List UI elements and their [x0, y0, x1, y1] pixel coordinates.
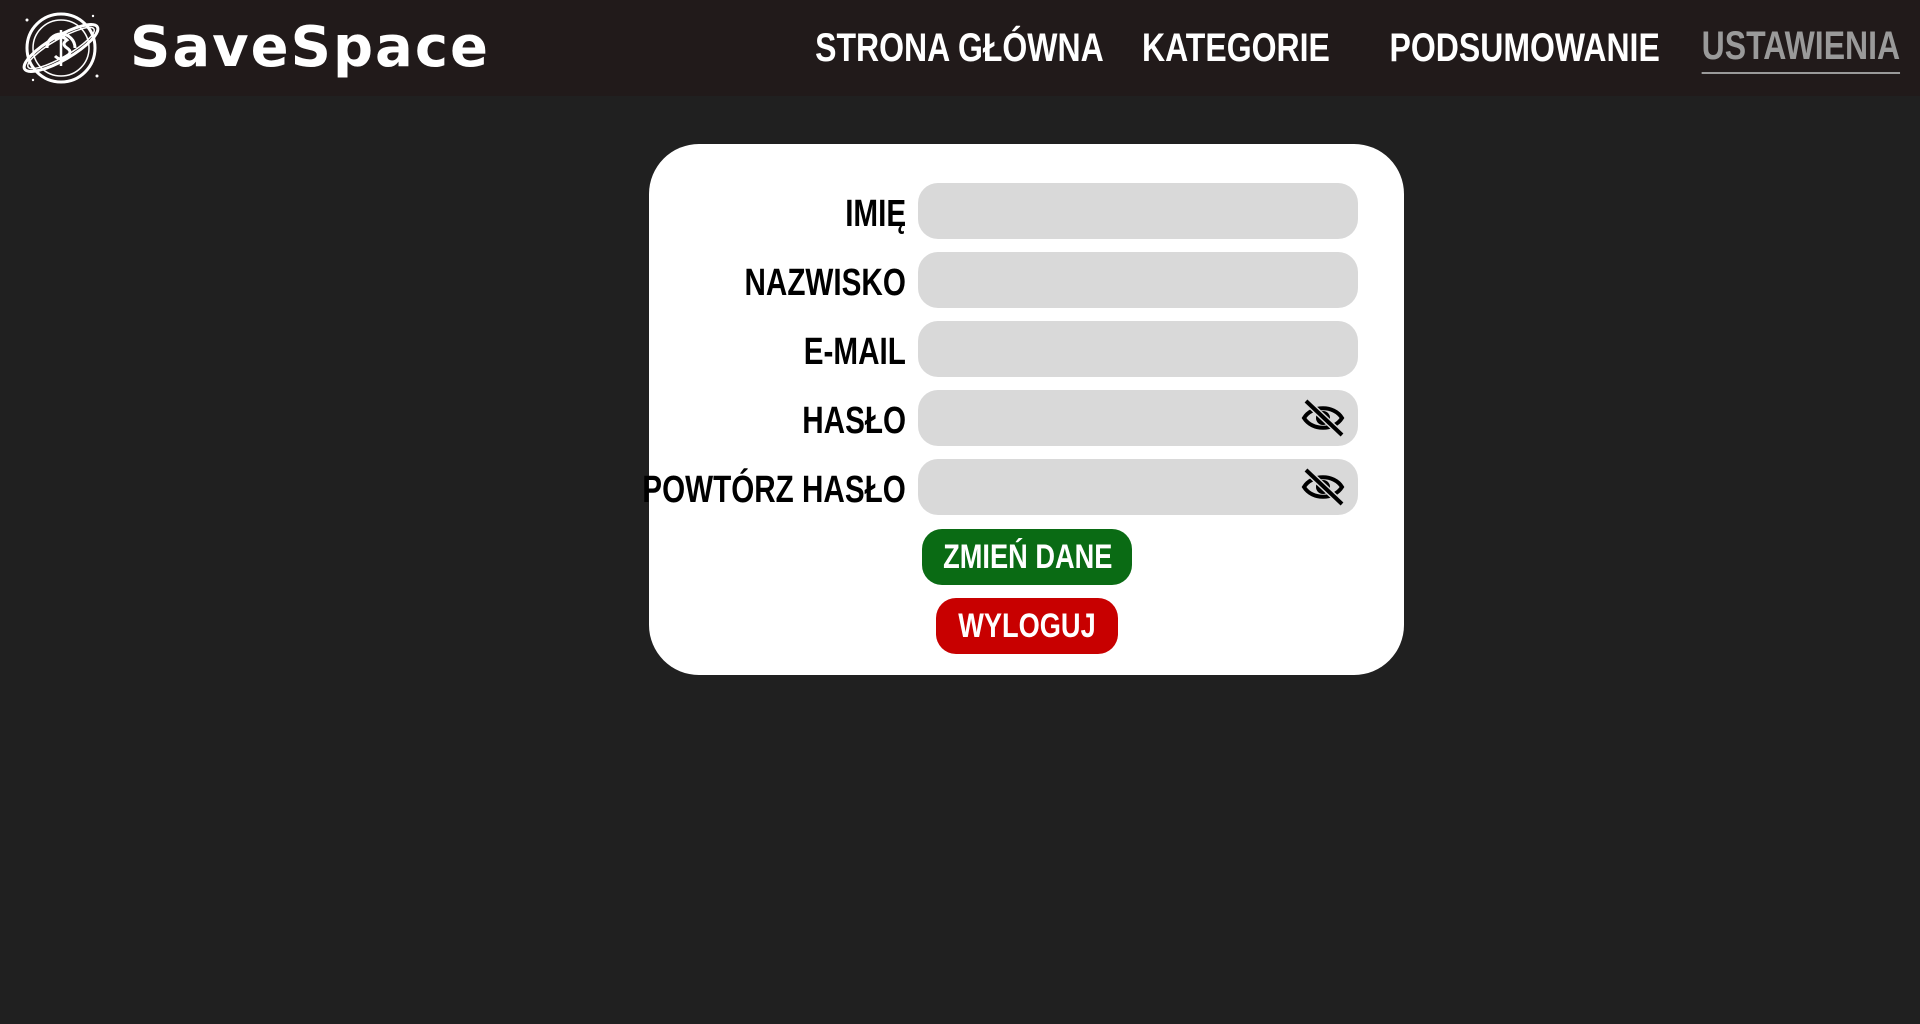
repeat-password-label: POWTÓRZ HASŁO [642, 469, 906, 511]
top-navbar: SaveSpace STRONA GŁÓWNA KATEGORIE PODSUM… [0, 0, 1920, 96]
email-input[interactable] [918, 321, 1358, 377]
change-data-button-label: ZMIEŃ DANE [943, 537, 1113, 576]
password-label: HASŁO [802, 400, 906, 442]
last-name-field-wrapper [918, 252, 1358, 308]
repeat-password-input[interactable] [918, 459, 1358, 515]
nav-link-home[interactable]: STRONA GŁÓWNA [815, 22, 1104, 74]
last-name-input[interactable] [918, 252, 1358, 308]
password-field-wrapper [918, 390, 1358, 446]
settings-card: IMIĘ NAZWISKO E-MAIL HASŁO POWTÓRZ HASŁO… [643, 144, 1404, 675]
first-name-input[interactable] [918, 183, 1358, 239]
first-name-row: IMIĘ [649, 183, 1404, 239]
email-field-wrapper [918, 321, 1358, 377]
logout-button[interactable]: WYLOGUJ [936, 598, 1118, 654]
nav-link-categories[interactable]: KATEGORIE [1142, 22, 1330, 74]
main-nav: STRONA GŁÓWNA KATEGORIE PODSUMOWANIE UST… [783, 22, 1900, 74]
password-row: HASŁO [649, 390, 1404, 446]
eye-slash-icon[interactable] [1300, 397, 1346, 439]
nav-link-summary[interactable]: PODSUMOWANIE [1390, 22, 1660, 74]
repeat-password-field-wrapper [918, 459, 1358, 515]
password-input[interactable] [918, 390, 1358, 446]
last-name-row: NAZWISKO [649, 252, 1404, 308]
logout-button-label: WYLOGUJ [958, 606, 1096, 645]
nav-link-settings[interactable]: USTAWIENIA [1701, 22, 1900, 74]
repeat-password-row: POWTÓRZ HASŁO [643, 459, 1404, 515]
first-name-label: IMIĘ [845, 193, 906, 235]
last-name-label: NAZWISKO [744, 262, 906, 304]
brand-title[interactable]: SaveSpace [130, 12, 490, 84]
email-row: E-MAIL [649, 321, 1404, 377]
email-label: E-MAIL [803, 331, 906, 373]
eye-slash-icon[interactable] [1300, 466, 1346, 508]
first-name-field-wrapper [918, 183, 1358, 239]
planet-coin-logo-icon[interactable] [17, 6, 105, 90]
change-data-button[interactable]: ZMIEŃ DANE [922, 529, 1132, 585]
